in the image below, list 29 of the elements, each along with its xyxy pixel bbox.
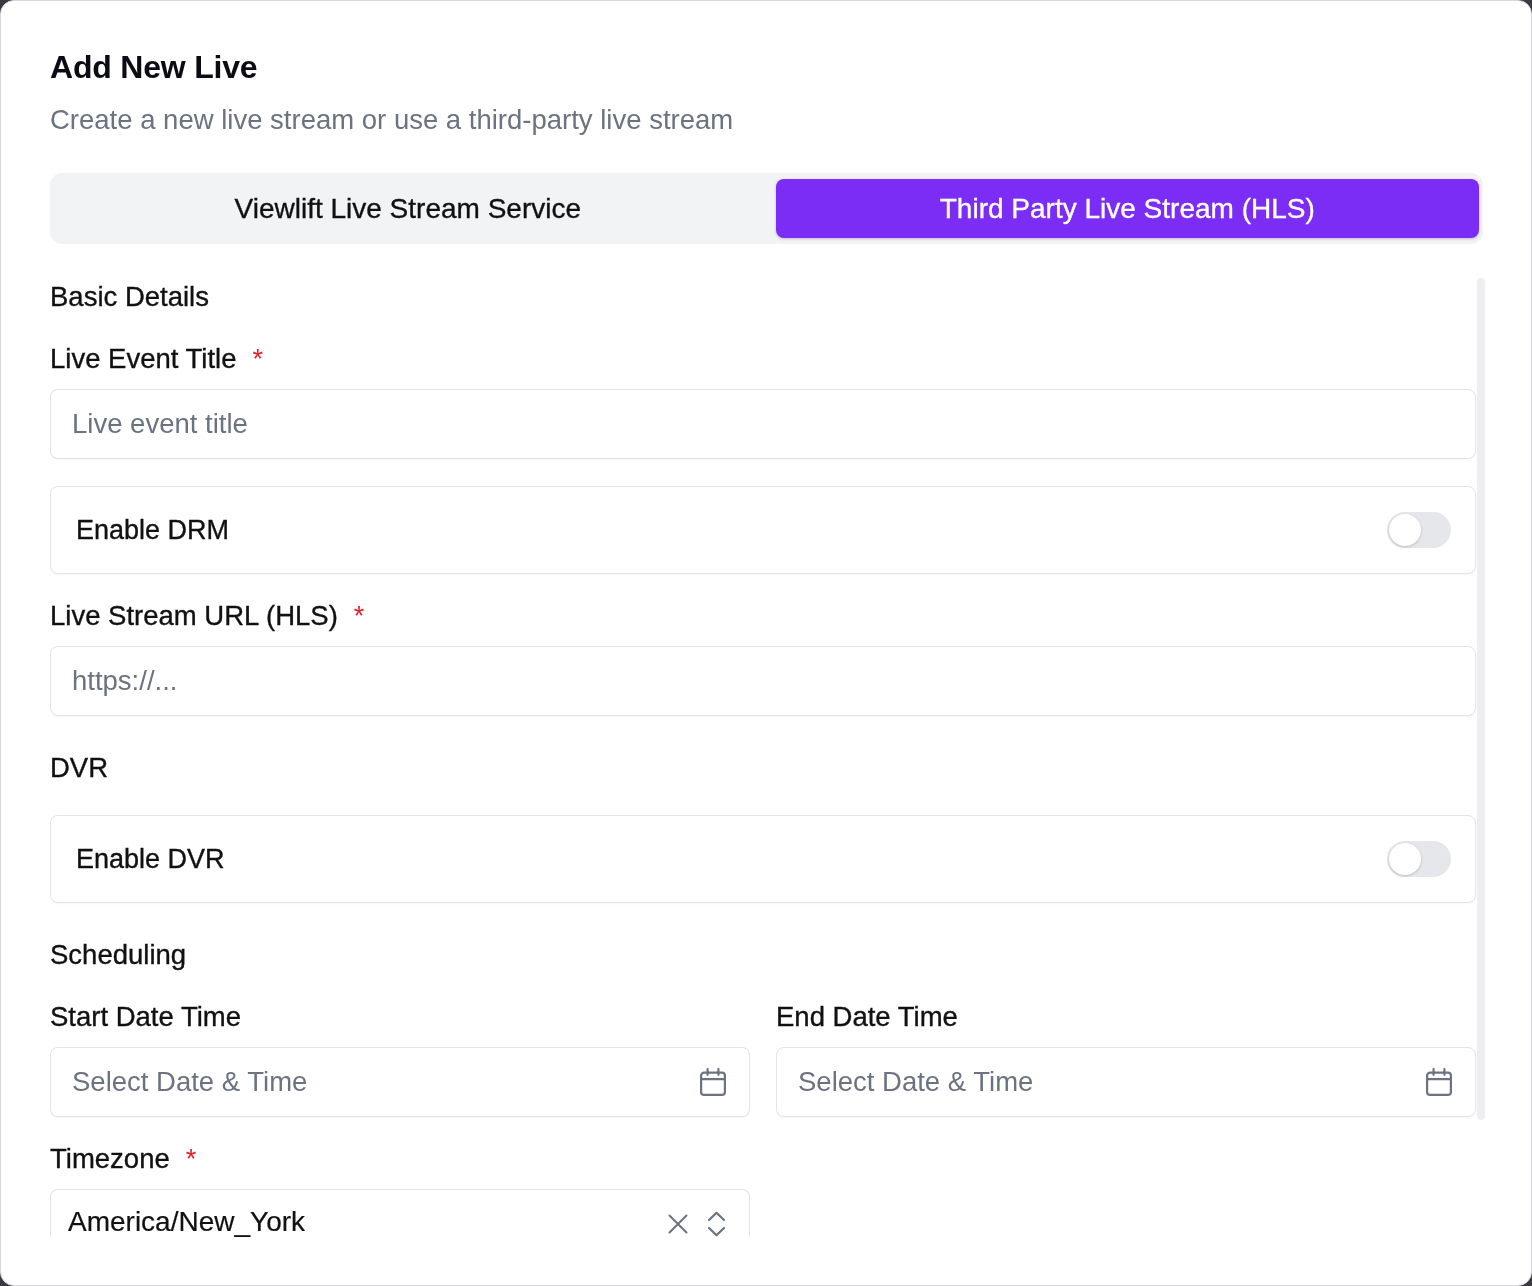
field-label: Live Event Title bbox=[50, 344, 237, 374]
section-heading: DVR bbox=[50, 753, 109, 783]
toggle-label: Enable DVR bbox=[76, 844, 225, 874]
clear-icon bbox=[668, 1214, 688, 1234]
calendar-icon bbox=[1425, 1068, 1453, 1096]
field-label: Start Date Time bbox=[50, 1002, 242, 1032]
scrollbar[interactable] bbox=[1477, 278, 1485, 1120]
dialog-title: Add New Live bbox=[50, 48, 258, 87]
toggle-switch[interactable] bbox=[1387, 512, 1451, 548]
section-heading: Scheduling bbox=[50, 940, 187, 970]
tab[interactable]: Third Party Live Stream (HLS) bbox=[775, 179, 1479, 238]
toggle-switch[interactable] bbox=[1387, 841, 1451, 877]
text-input[interactable]: Live event title bbox=[50, 389, 1476, 459]
field-label: Live Stream URL (HLS) bbox=[50, 601, 338, 631]
field-label: Timezone bbox=[50, 1144, 170, 1174]
required-asterisk: * bbox=[185, 1144, 197, 1174]
calendar-icon bbox=[699, 1068, 727, 1096]
date-time-input[interactable]: Select Date & Time bbox=[50, 1047, 750, 1117]
chevron-up-down-icon bbox=[707, 1211, 726, 1237]
tab[interactable]: Viewlift Live Stream Service bbox=[56, 179, 760, 238]
timezone-select[interactable]: America/New_York bbox=[50, 1189, 750, 1237]
dialog-subtitle: Create a new live stream or use a third-party live stream bbox=[50, 103, 734, 137]
required-asterisk: * bbox=[252, 344, 263, 374]
toggle-label: Enable DRM bbox=[76, 515, 230, 545]
section-heading: Basic Details bbox=[50, 282, 209, 312]
required-asterisk: * bbox=[353, 601, 365, 631]
date-time-input[interactable]: Select Date & Time bbox=[776, 1047, 1476, 1117]
text-input[interactable]: https://... bbox=[50, 646, 1476, 716]
field-label: End Date Time bbox=[776, 1002, 958, 1032]
